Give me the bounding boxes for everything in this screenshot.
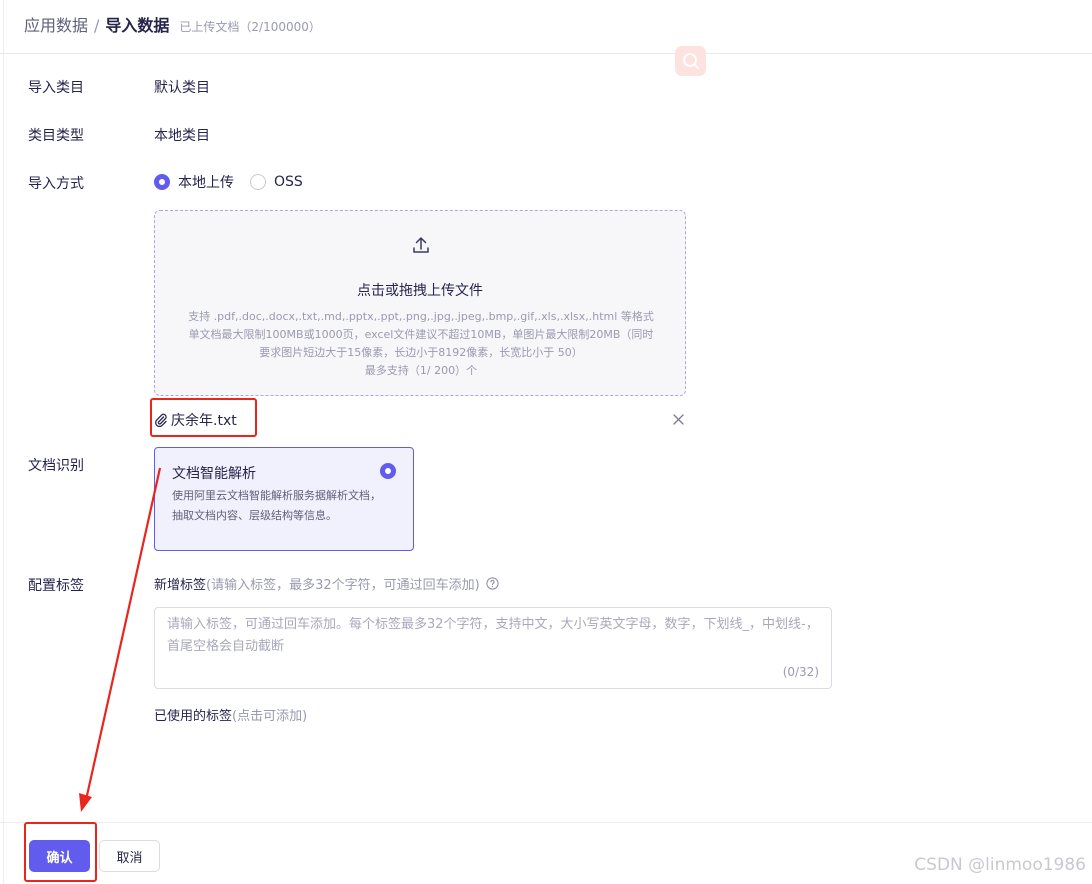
paperclip-icon xyxy=(155,413,167,427)
new-tag-heading: 新增标签 (请输入标签，最多32个字符，可通过回车添加) xyxy=(154,574,499,593)
radio-local-upload-label: 本地上传 xyxy=(178,175,234,191)
doc-smart-parse-description: 使用阿里云文档智能解析服务据解析文档，抽取文档内容、层级结构等信息。 xyxy=(172,489,381,522)
help-icon[interactable] xyxy=(486,577,499,590)
search-icon xyxy=(682,53,699,69)
watermark: CSDN @linmoo1986 xyxy=(914,855,1086,875)
upload-hint: 支持 .pdf,.doc,.docx,.txt,.md,.pptx,.ppt,.… xyxy=(175,308,667,380)
radio-checked-icon xyxy=(154,174,170,190)
close-icon xyxy=(672,413,684,425)
used-tags-title: 已使用的标签 xyxy=(154,709,233,724)
page-title: 导入数据 xyxy=(105,16,170,35)
category-label: 导入类目 xyxy=(28,80,84,96)
tag-char-counter: (0/32) xyxy=(782,665,819,679)
radio-oss[interactable]: OSS xyxy=(250,174,303,190)
tag-input-box: (0/32) xyxy=(154,607,832,689)
doc-smart-parse-option[interactable]: 文档智能解析 使用阿里云文档智能解析服务据解析文档，抽取文档内容、层级结构等信息… xyxy=(154,447,414,551)
upload-dropzone[interactable]: 点击或拖拽上传文件 支持 .pdf,.doc,.docx,.txt,.md,.p… xyxy=(154,210,686,396)
remove-file-button[interactable] xyxy=(670,411,686,427)
category-value: 默认类目 xyxy=(154,80,210,96)
upload-hint-line: 最多支持（1/ 200）个 xyxy=(364,364,478,377)
upload-hint-line: 要求图片短边大于15像素，长边小于8192像素，长宽比小于 50） xyxy=(259,346,583,359)
radio-unchecked-icon xyxy=(250,174,266,190)
import-method-label: 导入方式 xyxy=(28,176,84,192)
breadcrumb-parent[interactable]: 应用数据 xyxy=(24,16,88,35)
import-method-radio-group: 本地上传 OSS xyxy=(154,172,319,192)
used-tags-hint: (点击可添加) xyxy=(232,709,308,724)
page-header: 应用数据 / 导入数据 已上传文档（2/100000） xyxy=(0,0,1092,54)
tag-input[interactable] xyxy=(167,614,827,662)
confirm-button[interactable]: 确认 xyxy=(29,840,90,872)
doc-smart-parse-title: 文档智能解析 xyxy=(172,466,256,482)
breadcrumb-separator: / xyxy=(94,16,100,35)
cancel-button[interactable]: 取消 xyxy=(99,840,160,872)
uploaded-file-item: 庆余年.txt xyxy=(154,408,686,432)
left-border xyxy=(3,0,4,884)
upload-hint-line: 单文档最大限制100MB或1000页，excel文件建议不超过10MB，单图片最… xyxy=(188,328,654,341)
floating-search-button[interactable] xyxy=(675,46,706,76)
new-tag-title: 新增标签 xyxy=(154,578,207,593)
breadcrumb: 应用数据 / 导入数据 已上传文档（2/100000） xyxy=(24,12,321,36)
new-tag-hint: (请输入标签，最多32个字符，可通过回车添加) xyxy=(206,578,480,593)
used-tags-heading: 已使用的标签(点击可添加) xyxy=(154,705,307,724)
tags-label: 配置标签 xyxy=(28,578,84,594)
category-type-value: 本地类目 xyxy=(154,128,210,144)
upload-count: 已上传文档（2/100000） xyxy=(179,20,321,34)
uploaded-file-name: 庆余年.txt xyxy=(171,413,237,429)
radio-local-upload[interactable]: 本地上传 xyxy=(154,172,234,192)
radio-oss-label: OSS xyxy=(274,174,303,190)
uploaded-file[interactable]: 庆余年.txt xyxy=(154,410,237,430)
upload-title: 点击或拖拽上传文件 xyxy=(357,283,483,299)
upload-hint-line: 支持 .pdf,.doc,.docx,.txt,.md,.pptx,.ppt,.… xyxy=(188,310,654,323)
radio-checked-icon xyxy=(380,463,396,479)
upload-icon xyxy=(413,237,429,253)
doc-recognition-label: 文档识别 xyxy=(28,458,84,474)
category-type-label: 类目类型 xyxy=(28,128,84,144)
